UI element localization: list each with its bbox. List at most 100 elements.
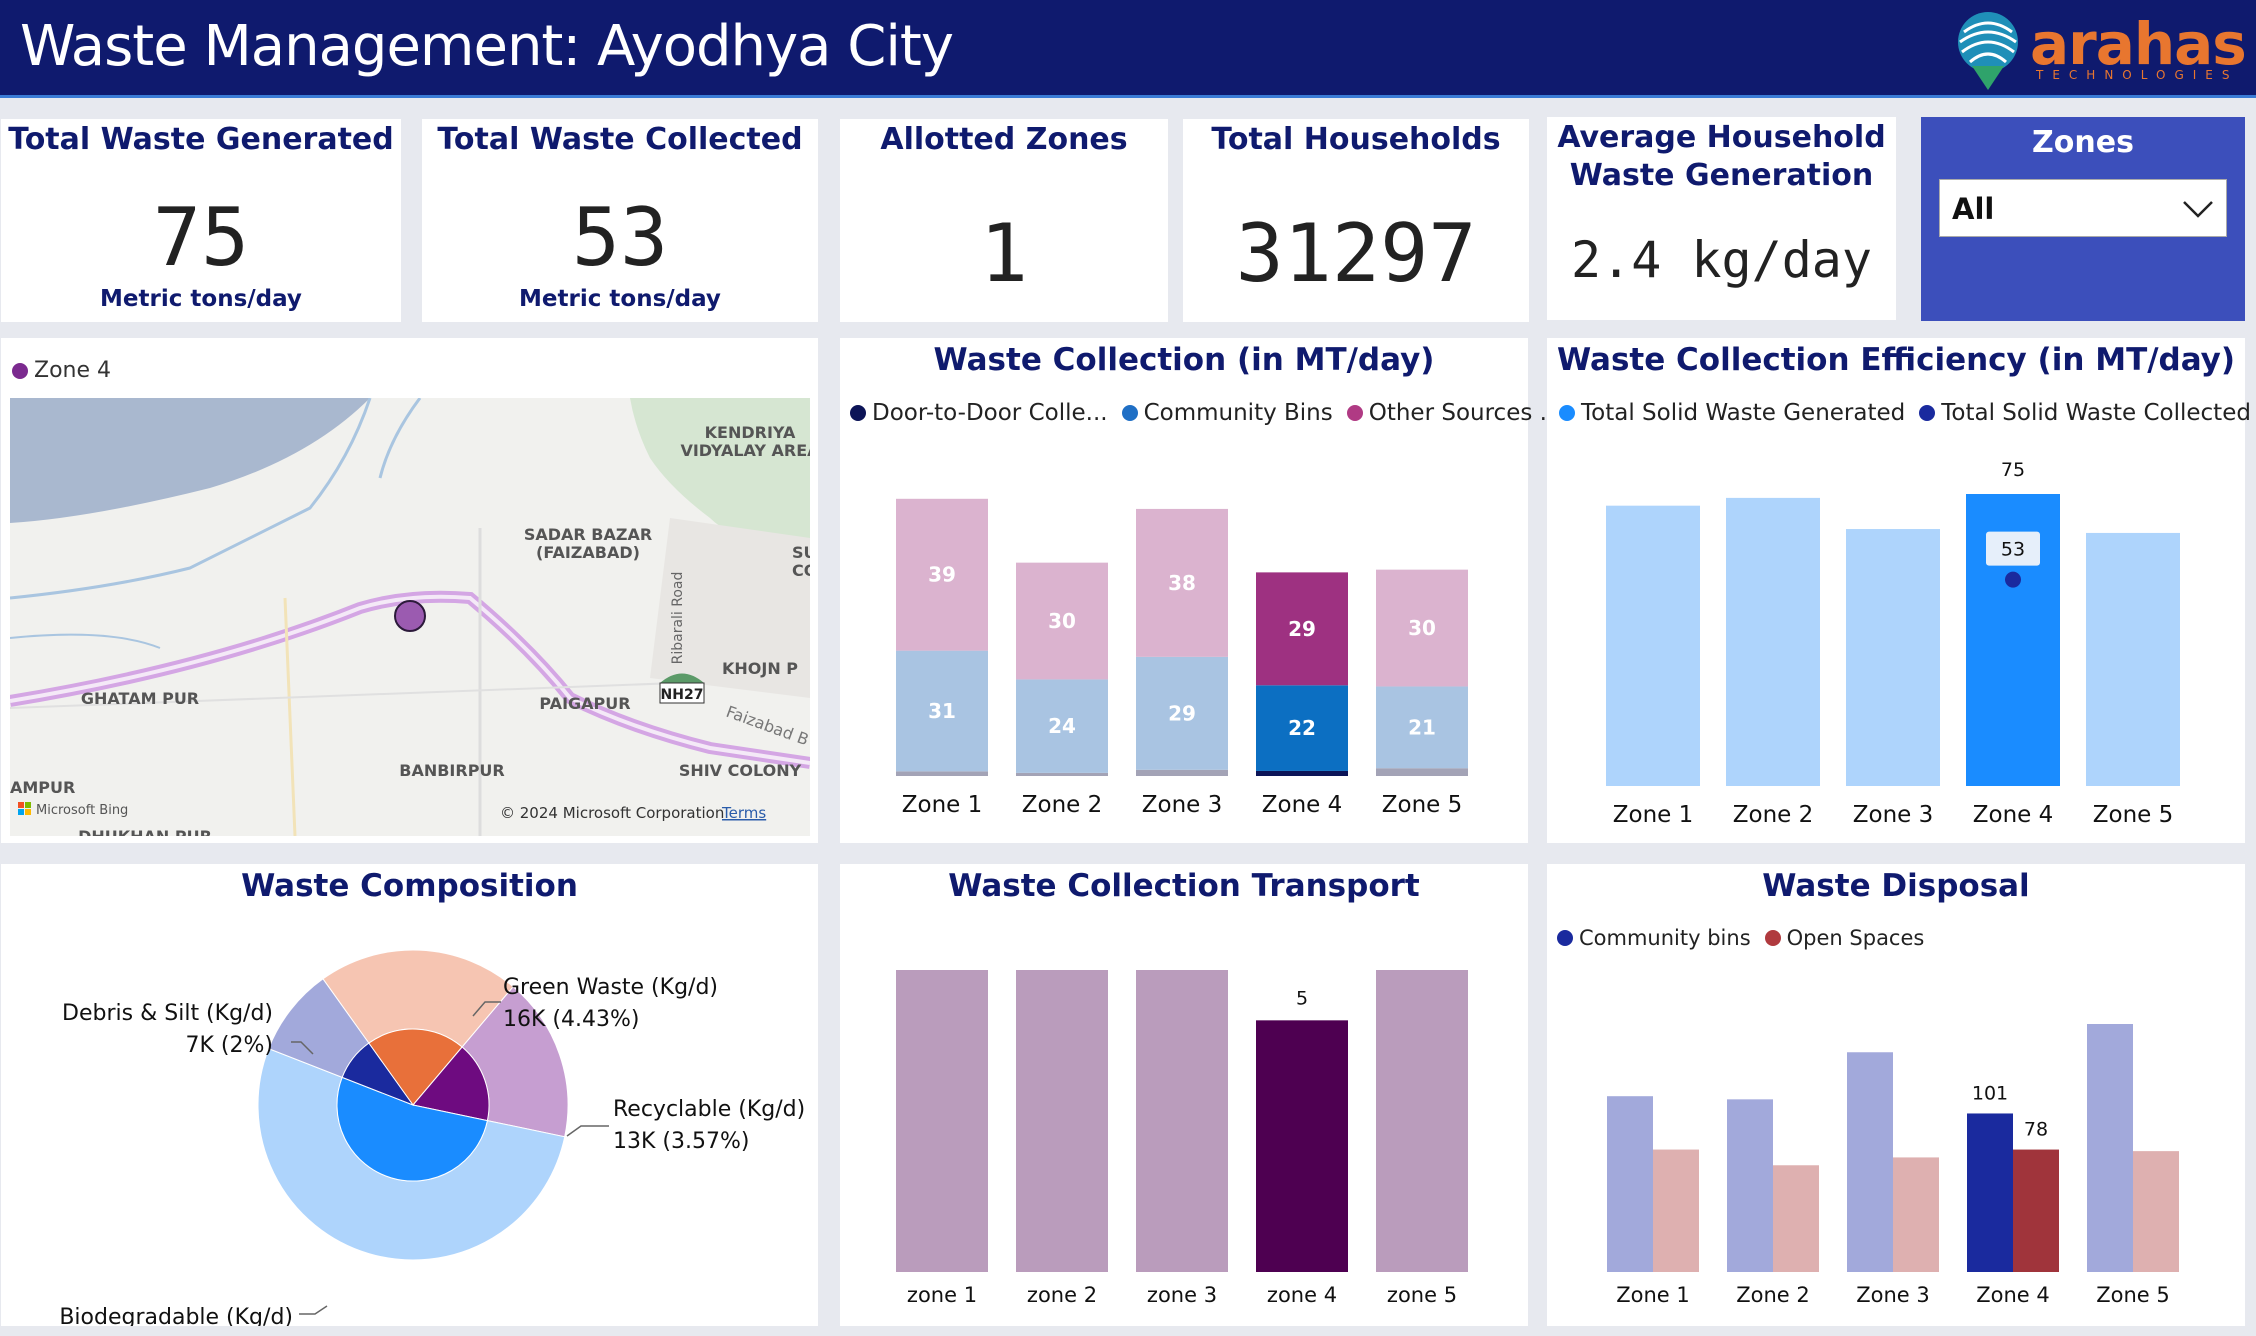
map-label: Ribarali Road (670, 572, 686, 665)
transport-chart-card: Waste Collection Transport zone 1 zone 2z… (840, 864, 1528, 1326)
legend-item[interactable]: Other Sources ... (1346, 400, 1562, 426)
bar-open-spaces (1893, 1157, 1939, 1272)
slice-value-label: 16K (4.43%) (503, 1007, 639, 1032)
legend-label: Total Solid Waste Generated (1581, 400, 1906, 426)
legend-item[interactable]: Total Solid Waste Collected (1919, 400, 2251, 426)
map-label: BANBIRPUR (399, 761, 504, 780)
map-label: (FAIZABAD) (536, 543, 640, 562)
chart-legend: Community bins Open Spaces (1557, 926, 1924, 950)
x-tick-label: Zone 1 (1613, 802, 1694, 828)
legend-label: Total Solid Waste Collected (1941, 400, 2251, 426)
disposal-chart-card: Waste Disposal Community bins Open Space… (1547, 864, 2245, 1326)
map-label: GHATAM PUR (81, 689, 199, 708)
kpi-unit: Metric tons/day (100, 286, 302, 312)
legend-label: Community bins (1579, 926, 1751, 950)
bar-data-label: 101 (1972, 1082, 2008, 1104)
kpi-allotted-zones: Allotted Zones 1 (840, 119, 1168, 322)
slice-label: Recyclable (Kg/d) (613, 1097, 805, 1122)
slice-label: Green Waste (Kg/d) (503, 975, 718, 1000)
bar-data-label: 5 (1296, 987, 1308, 1009)
kpi-value: 2.4 kg/day (1570, 231, 1873, 289)
efficiency-chart-plot: Zone 1 Zone 2 Zone 3 75 53 Zone 4 Zone 5 (1606, 459, 2180, 828)
park-area (630, 398, 810, 541)
bar-data-label: 30 (1408, 616, 1436, 640)
slice-label: Biodegradable (Kg/d) (59, 1305, 293, 1326)
chart-title: Waste Collection Transport (948, 868, 1420, 904)
bar (1376, 970, 1468, 1272)
map-label: COLO (792, 561, 810, 580)
map-legend: Zone 4 (12, 358, 111, 383)
map-label: AMPUR (10, 778, 75, 797)
bar (1136, 970, 1228, 1272)
legend-item[interactable]: Community Bins (1121, 400, 1333, 426)
zones-dropdown-value: All (1952, 192, 1995, 226)
slice-label: Debris & Silt (Kg/d) (62, 1001, 273, 1026)
map-view[interactable]: KENDRIYA VIDYALAY AREA SADAR BAZAR (FAIZ… (10, 398, 810, 836)
zone-4-marker[interactable] (394, 600, 426, 632)
slice-value-label: 13K (3.57%) (613, 1129, 749, 1154)
chart-title: Waste Disposal (1762, 868, 2030, 904)
page-title: Waste Management: Ayodhya City (20, 14, 954, 79)
legend-dot (1919, 405, 1936, 421)
x-tick-label: Zone 1 (902, 792, 983, 818)
legend-item[interactable]: Total Solid Waste Generated (1559, 400, 1905, 426)
kpi-avg-household: Average Household Waste Generation 2.4 k… (1547, 117, 1896, 320)
x-tick-label: Zone 2 (1022, 792, 1103, 818)
legend-dot (12, 362, 28, 379)
map-terms-link[interactable]: Terms (721, 804, 766, 822)
kpi-title: Total Households (1211, 122, 1501, 157)
legend-dot (1764, 930, 1781, 946)
bar-data-label: 22 (1288, 716, 1316, 740)
x-tick-label: Zone 4 (1262, 792, 1343, 818)
chart-legend: Door-to-Door Colle... Community Bins Oth… (850, 400, 1562, 426)
bar-open-spaces (2013, 1149, 2059, 1272)
bing-label: Microsoft Bing (36, 803, 128, 818)
map-label: VIDYALAY AREA (680, 441, 810, 460)
leader-line (566, 1125, 609, 1137)
zones-filter-label: Zones (2032, 125, 2134, 160)
map-label: NH27 (661, 687, 704, 703)
x-tick-label: Zone 3 (1853, 802, 1934, 828)
kpi-value: 31297 (1235, 207, 1477, 300)
legend-item[interactable]: Open Spaces (1764, 926, 1925, 950)
bar (1016, 970, 1108, 1272)
legend-dot (1121, 405, 1138, 421)
collection-chart-card: Waste Collection (in MT/day) Door-to-Doo… (840, 338, 1562, 843)
map-label: PAIGAPUR (539, 694, 630, 713)
x-tick-label: Zone 4 (1973, 802, 2054, 828)
legend-item[interactable]: Door-to-Door Colle... (850, 400, 1108, 426)
bing-logo-icon (18, 802, 24, 808)
chart-title: Waste Collection (in MT/day) (933, 342, 1435, 378)
map-canvas: KENDRIYA VIDYALAY AREA SADAR BAZAR (FAIZ… (10, 398, 810, 836)
x-tick-label: Zone 5 (1382, 792, 1463, 818)
bar (896, 970, 988, 1272)
legend-label: Open Spaces (1786, 926, 1925, 950)
bar-community-bins (1727, 1099, 1773, 1272)
bar-segment (1136, 769, 1228, 776)
slice-value-label: 7K (2%) (186, 1033, 273, 1058)
kpi-total-households: Total Households 31297 (1183, 119, 1529, 322)
legend-item[interactable]: Community bins (1557, 926, 1751, 950)
legend-dot (1559, 405, 1575, 421)
chart-title: Waste Collection Efficiency (in MT/day) (1556, 342, 2236, 378)
bar-data-label: 38 (1168, 571, 1196, 595)
chart-legend: Total Solid Waste Generated Total Solid … (1559, 400, 2251, 426)
legend-label: Door-to-Door Colle... (872, 400, 1108, 426)
bar-open-spaces (2133, 1151, 2179, 1272)
kpi-title: Allotted Zones (880, 122, 1128, 157)
bar-segment (1016, 772, 1108, 776)
map-label: DHUKHAN PUR (78, 827, 212, 836)
kpi-title: Total Waste Collected (437, 122, 803, 157)
bar (1846, 529, 1940, 786)
bar-data-label: 30 (1048, 609, 1076, 633)
zones-dropdown[interactable]: All (1939, 179, 2227, 237)
header-bar: Waste Management: Ayodhya City arahas TE… (0, 0, 2256, 98)
x-tick-label: Zone 5 (2093, 802, 2174, 828)
collection-chart-plot: 31 39 Zone 1 24 30 Zone 2 29 38 Zone 3 22 29 Zone 4… (896, 498, 1468, 818)
river (10, 398, 370, 523)
stream (378, 398, 422, 479)
bar-community-bins (1847, 1052, 1893, 1272)
x-tick-label: Zone 5 (2096, 1283, 2170, 1307)
bar-data-label: 29 (1168, 701, 1196, 725)
x-tick-label: zone 5 (1387, 1283, 1457, 1307)
